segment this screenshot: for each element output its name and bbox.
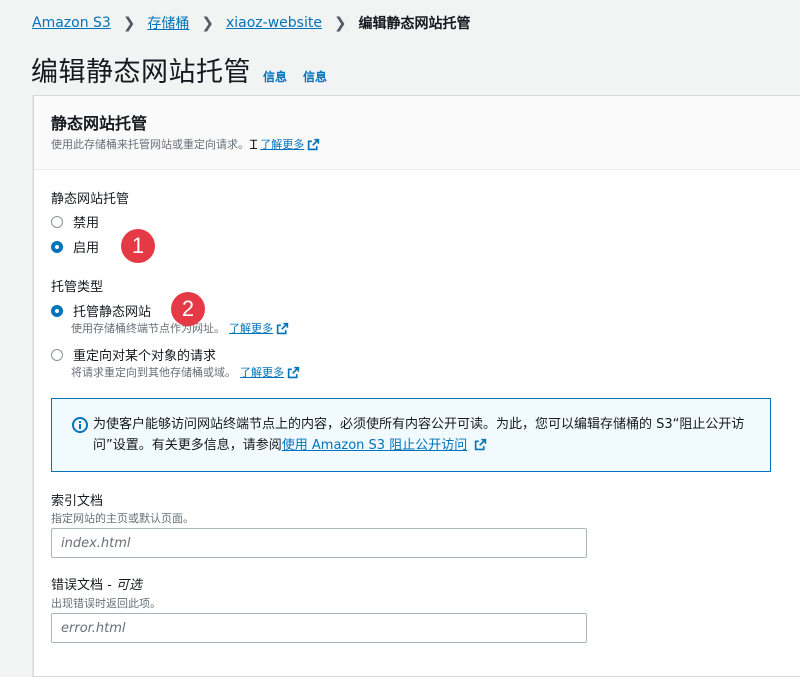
panel-description-text: 使用此存储桶来托管网站或重定向请求。 bbox=[51, 138, 249, 151]
radio-button[interactable] bbox=[51, 215, 63, 228]
radio-disable[interactable]: 禁用 bbox=[51, 212, 99, 231]
info-link[interactable]: 信息 bbox=[263, 68, 287, 85]
learn-more-link[interactable]: 了解更多 bbox=[240, 364, 284, 380]
radio-button[interactable] bbox=[51, 348, 63, 361]
panel-title: 静态网站托管 bbox=[51, 114, 148, 133]
learn-more-link[interactable]: 了解更多 bbox=[260, 136, 304, 152]
info-alert: 为使客户能够访问网站终端节点上的内容，必须使所有内容公开可读。为此，您可以编辑存… bbox=[51, 398, 771, 472]
chevron-right-icon: ❯ bbox=[333, 14, 347, 32]
breadcrumb-amazon-s3[interactable]: Amazon S3 bbox=[32, 15, 111, 31]
panel-description: 使用此存储桶来托管网站或重定向请求。 Ɪ 了解更多 bbox=[51, 135, 320, 153]
error-document-input[interactable] bbox=[51, 613, 587, 643]
radio-enable[interactable]: 启用 bbox=[51, 237, 99, 256]
external-link-icon bbox=[287, 366, 300, 378]
chevron-right-icon: ❯ bbox=[201, 14, 214, 32]
radio-label: 启用 bbox=[73, 241, 100, 256]
alert-message: 为使客户能够访问网站终端节点上的内容，必须使所有内容公开可读。为此，您可以编辑存… bbox=[93, 414, 763, 456]
hosting-label: 静态网站托管 bbox=[51, 192, 130, 207]
annotation-badge-2: 2 bbox=[171, 292, 205, 326]
radio-button-selected[interactable] bbox=[51, 240, 63, 253]
hosting-type-label: 托管类型 bbox=[51, 280, 104, 295]
text-cursor-icon: Ɪ bbox=[250, 138, 258, 153]
learn-more-link[interactable]: 了解更多 bbox=[229, 320, 273, 336]
radio-label: 重定向对某个对象的请求 bbox=[73, 349, 217, 364]
breadcrumb-bucket-name[interactable]: xiaoz-website bbox=[226, 15, 322, 31]
index-document-input[interactable] bbox=[51, 528, 587, 558]
radio-label: 禁用 bbox=[73, 216, 100, 231]
breadcrumb: Amazon S3 ❯ 存储桶 ❯ xiaoz-website ❯ 编辑静态网站… bbox=[32, 13, 471, 33]
radio-redirect-requests[interactable]: 重定向对某个对象的请求 bbox=[51, 345, 216, 364]
page-title: 编辑静态网站托管 bbox=[31, 57, 251, 88]
error-document-label: 错误文档 - 可选 bbox=[51, 578, 142, 593]
panel-header: 静态网站托管 使用此存储桶来托管网站或重定向请求。 Ɪ 了解更多 bbox=[34, 96, 800, 170]
block-public-access-link[interactable]: 使用 Amazon S3 阻止公开访问 bbox=[282, 438, 467, 453]
radio-host-static-website[interactable]: 托管静态网站 bbox=[51, 301, 151, 320]
radio-description-text: 使用存储桶终端节点作为网址。 bbox=[71, 322, 225, 335]
error-document-description: 出现错误时返回此项。 bbox=[51, 597, 161, 610]
error-document-label-text: 错误文档 bbox=[51, 578, 104, 593]
radio-label: 托管静态网站 bbox=[73, 305, 152, 320]
external-link-icon bbox=[475, 438, 487, 451]
info-link[interactable]: 信息 bbox=[303, 68, 327, 85]
external-link-icon bbox=[276, 322, 289, 334]
radio-button-selected[interactable] bbox=[51, 304, 63, 317]
info-circle-icon bbox=[72, 417, 88, 433]
breadcrumb-buckets[interactable]: 存储桶 bbox=[147, 13, 189, 33]
optional-tag: 可选 bbox=[115, 578, 142, 593]
index-document-label: 索引文档 bbox=[51, 494, 104, 509]
chevron-right-icon: ❯ bbox=[122, 14, 136, 32]
index-document-description: 指定网站的主页或默认页面。 bbox=[51, 512, 194, 525]
external-link-icon bbox=[308, 138, 320, 150]
static-website-hosting-panel: 静态网站托管 使用此存储桶来托管网站或重定向请求。 Ɪ 了解更多 静态网站托管 … bbox=[33, 95, 800, 677]
radio-description-text: 将请求重定向到其他存储桶或域。 bbox=[71, 366, 236, 379]
annotation-badge-1: 1 bbox=[121, 229, 155, 263]
page-header: 编辑静态网站托管 信息 信息 bbox=[31, 50, 327, 89]
breadcrumb-current: 编辑静态网站托管 bbox=[358, 16, 471, 32]
radio-description: 将请求重定向到其他存储桶或域。 了解更多 bbox=[71, 364, 300, 380]
